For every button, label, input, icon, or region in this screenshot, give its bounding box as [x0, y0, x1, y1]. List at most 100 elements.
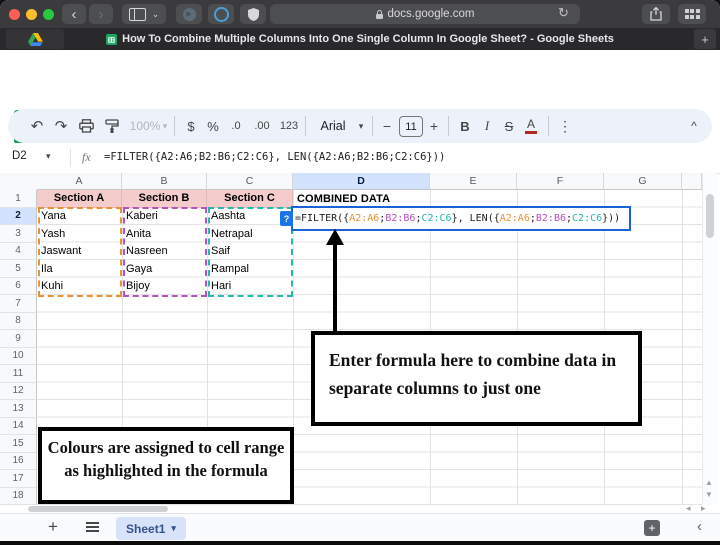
cell-b2[interactable]: Kaberi	[122, 208, 207, 226]
cell-a1[interactable]: Section A	[37, 190, 122, 208]
row-header-16[interactable]: 16	[0, 452, 37, 470]
row-header-13[interactable]: 13	[0, 400, 37, 418]
extension-ring-button[interactable]	[208, 4, 234, 24]
format-percent-button[interactable]: %	[203, 109, 223, 143]
cell-c6[interactable]: Hari	[207, 278, 293, 296]
all-sheets-button[interactable]	[86, 522, 99, 524]
forward-button[interactable]: ›	[89, 4, 113, 24]
row-header-8[interactable]: 8	[0, 312, 37, 330]
side-panel-button[interactable]: +	[644, 520, 660, 536]
row-header-18[interactable]: 18	[0, 487, 37, 505]
active-tab[interactable]: How To Combine Multiple Columns Into One…	[0, 29, 720, 49]
row-header-4[interactable]: 4	[0, 242, 37, 260]
collapse-toolbar-button[interactable]: ^	[684, 109, 704, 143]
add-sheet-button[interactable]: +	[48, 517, 58, 537]
row-header-9[interactable]: 9	[0, 330, 37, 348]
decrease-decimal-button[interactable]: .0	[225, 109, 247, 143]
increase-decimal-button[interactable]: .00	[249, 109, 275, 143]
cell-a2[interactable]: Yana	[37, 208, 122, 226]
font-size-input[interactable]: 11	[399, 116, 423, 137]
scroll-up-icon[interactable]: ▲	[705, 478, 713, 487]
cell-a6[interactable]: Kuhi	[37, 278, 122, 296]
new-tab-button[interactable]: +	[694, 29, 716, 49]
bold-button[interactable]: B	[455, 109, 475, 143]
row-header-14[interactable]: 14	[0, 417, 37, 435]
name-box-caret-icon[interactable]: ▾	[46, 151, 51, 162]
cell-c3[interactable]: Netrapal	[207, 225, 293, 243]
tab-overview-button[interactable]	[678, 4, 706, 24]
row-header-11[interactable]: 11	[0, 365, 37, 383]
cell-c5[interactable]: Rampal	[207, 260, 293, 278]
decrease-font-size-button[interactable]: −	[378, 109, 396, 143]
row-header-5[interactable]: 5	[0, 260, 37, 278]
cell-b3[interactable]: Anita	[122, 225, 207, 243]
row-header-7[interactable]: 7	[0, 295, 37, 313]
minimize-window-button[interactable]	[26, 9, 37, 20]
column-header-c[interactable]: C	[207, 173, 293, 190]
sidebar-button[interactable]: ⌄	[122, 4, 166, 24]
horizontal-scrollbar-thumb[interactable]	[28, 505, 168, 512]
vertical-scrollbar-thumb[interactable]	[706, 194, 714, 238]
column-header-e[interactable]: E	[430, 173, 517, 190]
chevron-left-icon: ‹	[697, 518, 702, 535]
cell-d1[interactable]: COMBINED DATA	[293, 190, 430, 208]
scroll-down-icon[interactable]: ▼	[705, 490, 713, 499]
redo-button[interactable]: ↷	[50, 109, 72, 143]
cell-a3[interactable]: Yash	[37, 225, 122, 243]
undo-button[interactable]: ↶	[26, 109, 48, 143]
increase-decimal-icon: .00	[254, 120, 270, 132]
cell-c1[interactable]: Section C	[207, 190, 293, 208]
cell-a5[interactable]: Ila	[37, 260, 122, 278]
column-header-b[interactable]: B	[122, 173, 207, 190]
reload-button[interactable]: ↻	[558, 5, 569, 21]
share-button-safari[interactable]	[642, 4, 670, 24]
text-color-icon: A	[526, 116, 535, 131]
toolbar-overflow-button[interactable]: ⋮	[556, 109, 574, 143]
address-bar[interactable]: docs.google.com	[270, 4, 580, 24]
row-header-12[interactable]: 12	[0, 382, 37, 400]
formula-help-badge[interactable]: ?	[280, 211, 293, 226]
active-cell-editor[interactable]: =FILTER({A2:A6;B2:B6;C2:C6}, LEN({A2:A6;…	[291, 206, 631, 231]
column-header-d[interactable]: D	[293, 173, 430, 190]
row-header-17[interactable]: 17	[0, 470, 37, 488]
redo-icon: ↷	[54, 118, 68, 135]
paint-format-button[interactable]	[101, 109, 123, 143]
column-header-a[interactable]: A	[37, 173, 122, 190]
row-header-15[interactable]: 15	[0, 435, 37, 453]
format-currency-button[interactable]: $	[181, 109, 201, 143]
extension-play-button[interactable]: ▶	[176, 4, 202, 24]
row-header-10[interactable]: 10	[0, 347, 37, 365]
name-box[interactable]: D2	[12, 150, 27, 162]
extension-shield-button[interactable]	[240, 4, 266, 24]
sheet-tab-sheet1[interactable]: Sheet1 ▾	[116, 517, 186, 540]
cell-b5[interactable]: Gaya	[122, 260, 207, 278]
cell-b1[interactable]: Section B	[122, 190, 207, 208]
formula-segment: A2:A6	[349, 213, 380, 224]
close-window-button[interactable]	[9, 9, 20, 20]
column-header-partial[interactable]	[682, 173, 702, 190]
select-all-corner[interactable]	[0, 173, 38, 191]
font-family-select[interactable]: Arial	[313, 109, 353, 143]
row-header-6[interactable]: 6	[0, 277, 37, 295]
increase-font-size-button[interactable]: +	[425, 109, 443, 143]
row-header-1[interactable]: 1	[0, 190, 37, 208]
column-header-g[interactable]: G	[604, 173, 682, 190]
share-icon	[650, 7, 662, 21]
zoom-window-button[interactable]	[43, 9, 54, 20]
italic-button[interactable]: I	[477, 109, 497, 143]
cell-c4[interactable]: Saif	[207, 243, 293, 261]
zoom-select[interactable]: 100%	[128, 109, 162, 143]
collapse-panel-button[interactable]: ‹	[697, 518, 702, 535]
cell-b6[interactable]: Bijoy	[122, 278, 207, 296]
row-header-3[interactable]: 3	[0, 225, 37, 243]
cell-b4[interactable]: Nasreen	[122, 243, 207, 261]
print-button[interactable]	[75, 109, 97, 143]
row-header-2[interactable]: 2	[0, 207, 37, 225]
text-color-button[interactable]: A	[521, 109, 541, 143]
more-formats-button[interactable]: 123	[276, 109, 302, 143]
column-header-f[interactable]: F	[517, 173, 604, 190]
formula-input[interactable]: =FILTER({A2:A6;B2:B6;C2:C6}, LEN({A2:A6;…	[104, 151, 445, 163]
back-button[interactable]: ‹	[62, 4, 86, 24]
cell-a4[interactable]: Jaswant	[37, 243, 122, 261]
strikethrough-button[interactable]: S	[499, 109, 519, 143]
